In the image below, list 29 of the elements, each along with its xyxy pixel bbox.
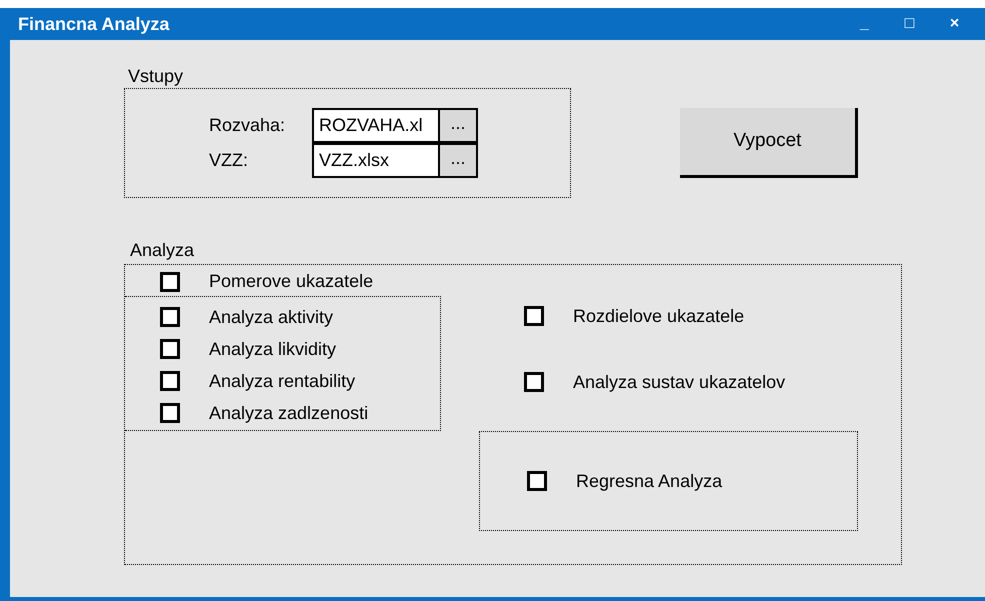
calculate-button[interactable]: Vypocet	[680, 108, 858, 178]
checkbox-label: Analyza sustav ukazatelov	[573, 370, 786, 394]
title-bar-button[interactable]: _	[842, 10, 887, 38]
input-field[interactable]: VZZ.xlsx	[312, 143, 440, 178]
checkbox[interactable]	[160, 371, 180, 391]
title-bar-button[interactable]: □	[887, 10, 932, 38]
browse-button[interactable]: ...	[440, 108, 478, 143]
checkbox-label: Analyza zadlzenosti	[209, 402, 368, 425]
group-label: Vstupy	[128, 65, 184, 88]
checkbox-label: Analyza likvidity	[209, 338, 336, 361]
field-label: Rozvaha:	[209, 114, 286, 137]
checkbox-label: Analyza aktivity	[209, 306, 334, 329]
window-title: Financna Analyza	[18, 12, 170, 36]
checkbox-label: Regresna Analyza	[576, 470, 722, 493]
checkbox[interactable]	[160, 272, 180, 292]
group-label: Analyza	[130, 239, 196, 262]
title-bar-button[interactable]: ×	[932, 10, 977, 38]
input-field[interactable]: ROZVAHA.xl	[312, 108, 440, 143]
checkbox-label: Analyza rentability	[209, 370, 356, 393]
checkbox[interactable]	[524, 372, 544, 392]
checkbox[interactable]	[160, 403, 180, 423]
browse-button[interactable]: ...	[440, 143, 478, 178]
checkbox-label: Rozdielove ukazatele	[573, 304, 744, 328]
checkbox[interactable]	[524, 306, 544, 326]
checkbox-label: Pomerove ukazatele	[209, 270, 374, 293]
checkbox[interactable]	[160, 307, 180, 327]
checkbox[interactable]	[527, 471, 547, 491]
checkbox[interactable]	[160, 339, 180, 359]
field-label: VZZ:	[209, 149, 249, 172]
